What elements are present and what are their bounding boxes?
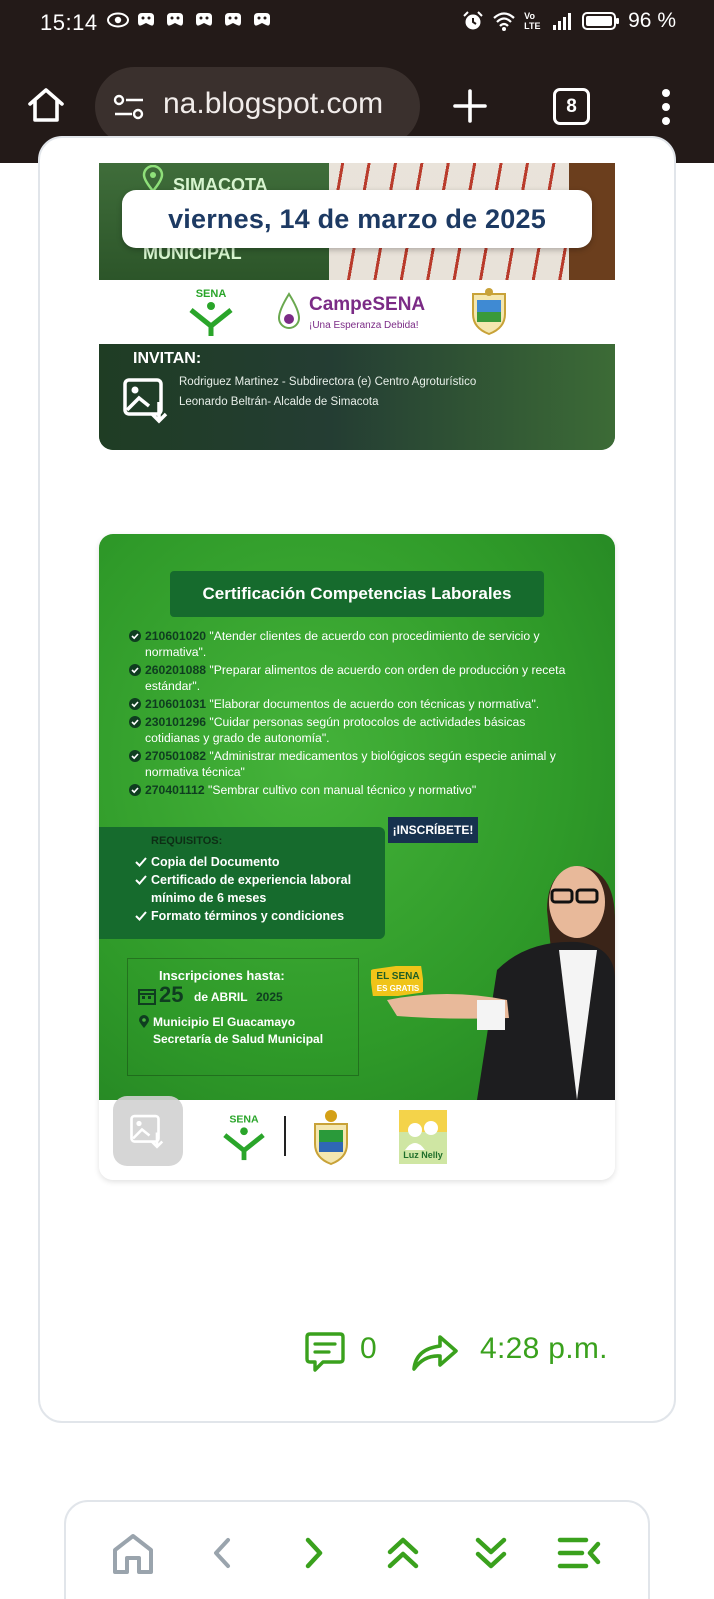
image-download-button[interactable]	[113, 1096, 183, 1166]
check-icon	[135, 857, 147, 867]
check-icon	[129, 750, 141, 762]
competency-code: 260201088	[145, 663, 207, 677]
chevron-right-icon[interactable]	[290, 1530, 336, 1576]
competency-code: 210601031	[145, 697, 207, 711]
sena-logo-icon: SENA	[223, 1114, 265, 1161]
svg-text:SENA: SENA	[229, 1114, 259, 1126]
tune-icon[interactable]	[113, 93, 145, 121]
competency-code: 210601020	[145, 629, 207, 643]
competency-item: 270401112 "Sembrar cultivo con manual té…	[129, 782, 569, 798]
luz-nelly-logo-icon: Luz Nelly	[399, 1110, 447, 1164]
location-pin-icon	[139, 1015, 149, 1028]
game-icon	[135, 9, 157, 31]
alarm-icon	[463, 11, 483, 30]
post-time[interactable]: 4:28 p.m.	[480, 1332, 608, 1366]
chevron-left-icon[interactable]	[200, 1530, 246, 1576]
requirement-text: Certificado de experiencia laboral mínim…	[151, 873, 352, 905]
home-icon[interactable]	[26, 86, 66, 124]
luz-label: Luz Nelly	[403, 1150, 443, 1160]
invite-banner: INVITAN: Rodriguez Martinez - Subdirecto…	[99, 344, 615, 450]
invitan-label: INVITAN:	[133, 350, 202, 367]
check-icon	[135, 911, 147, 921]
competency-code: 270501082	[145, 749, 207, 763]
image-download-icon[interactable]	[119, 372, 175, 428]
menu-collapse-icon[interactable]	[556, 1530, 602, 1576]
wifi-icon	[493, 12, 515, 31]
logo-divider	[284, 1116, 286, 1156]
status-system-icons: Vo LTE 96 %	[462, 9, 676, 33]
status-notification-icons	[106, 9, 273, 31]
competency-item: 270501082 "Administrar medicamentos y bi…	[129, 748, 569, 780]
status-time: 15:14	[40, 10, 98, 35]
flyer-title: Certificación Competencias Laborales	[170, 571, 544, 617]
competency-text: "Administrar medicamentos y biológicos s…	[145, 749, 556, 779]
shield-icon	[472, 288, 506, 336]
battery-icon	[582, 12, 620, 30]
double-chevron-up-icon[interactable]	[380, 1530, 426, 1576]
campesena-tagline: ¡Una Esperanza Debida!	[309, 320, 419, 331]
eye-icon	[106, 9, 129, 31]
flyer-footer-logos: SENA Luz Nelly	[99, 1096, 615, 1180]
competency-code: 270401112	[145, 783, 205, 797]
home-icon[interactable]	[110, 1530, 156, 1576]
woman-illustration	[387, 866, 615, 1100]
battery-percent: 96 %	[628, 9, 676, 32]
screen: 15:14 Vo LTE 96 % na.blogspot.com 8 SIMA…	[0, 0, 714, 1599]
volte-label: Vo LTE	[524, 11, 541, 31]
game-icon	[222, 9, 244, 31]
requirement-text: Formato términos y condiciones	[151, 909, 345, 923]
drop-icon	[277, 292, 301, 329]
game-icon	[251, 9, 273, 31]
campesena-name: CampeSENA	[309, 294, 426, 315]
status-bar: 15:14 Vo LTE 96 %	[0, 0, 714, 44]
deadline-day: 25	[159, 982, 184, 1007]
competency-text: "Elaborar documentos de acuerdo con técn…	[206, 697, 540, 711]
more-icon[interactable]	[660, 88, 672, 126]
competency-item: 260201088 "Preparar alimentos de acuerdo…	[129, 662, 569, 694]
check-icon	[129, 698, 141, 710]
url-text[interactable]: na.blogspot.com	[163, 87, 383, 121]
invite-line-2: Leonardo Beltrán- Alcalde de Simacota	[179, 396, 379, 408]
post-image-certification[interactable]: Certificación Competencias Laborales 210…	[99, 534, 615, 1180]
game-icon	[164, 9, 186, 31]
plus-icon[interactable]	[452, 88, 488, 124]
shield-icon	[314, 1110, 348, 1166]
competency-text: "Sembrar cultivo con manual técnico y no…	[204, 783, 477, 797]
sponsor-logos: SENA CampeSENA ¡Una Esperanza Debida!	[99, 280, 615, 344]
competency-item: 210601031 "Elaborar documentos de acuerd…	[129, 696, 569, 712]
post-date: viernes, 14 de marzo de 2025	[122, 190, 592, 248]
signal-icon	[553, 13, 572, 30]
municipality: Municipio El Guacamayo	[153, 1015, 296, 1029]
comment-icon[interactable]	[303, 1331, 347, 1373]
sena-logo-icon: SENA	[189, 288, 233, 336]
requirement-text: Copia del Documento	[151, 855, 280, 869]
share-icon[interactable]	[410, 1333, 460, 1373]
check-icon	[129, 630, 141, 642]
check-icon	[135, 875, 147, 885]
competency-text: "Preparar alimentos de acuerdo con orden…	[145, 663, 566, 693]
svg-text:SENA: SENA	[196, 288, 227, 300]
check-icon	[129, 784, 141, 796]
requirements-title: REQUISITOS:	[151, 835, 223, 847]
tabs-button[interactable]: 8	[553, 88, 590, 125]
image-download-icon[interactable]	[127, 1110, 169, 1152]
double-chevron-down-icon[interactable]	[468, 1530, 514, 1576]
comment-count[interactable]: 0	[360, 1332, 377, 1366]
location-pin-icon	[142, 165, 164, 193]
deadline-month: de ABRIL	[194, 990, 248, 1004]
invite-line-1: Rodriguez Martinez - Subdirectora (e) Ce…	[179, 376, 477, 388]
deadline-year: 2025	[256, 990, 283, 1004]
competency-code: 230101296	[145, 715, 207, 729]
competency-item: 210601020 "Atender clientes de acuerdo c…	[129, 628, 569, 660]
check-icon	[129, 716, 141, 728]
competency-list: 210601020 "Atender clientes de acuerdo c…	[129, 628, 569, 800]
address-bar[interactable]: na.blogspot.com	[95, 67, 420, 146]
registration-label: Inscripciones hasta:	[159, 968, 285, 983]
competency-item: 230101296 "Cuidar personas según protoco…	[129, 714, 569, 746]
calendar-icon	[138, 989, 156, 1005]
secretariat: Secretaría de Salud Municipal	[153, 1032, 324, 1046]
check-icon	[129, 664, 141, 676]
game-icon	[193, 9, 215, 31]
